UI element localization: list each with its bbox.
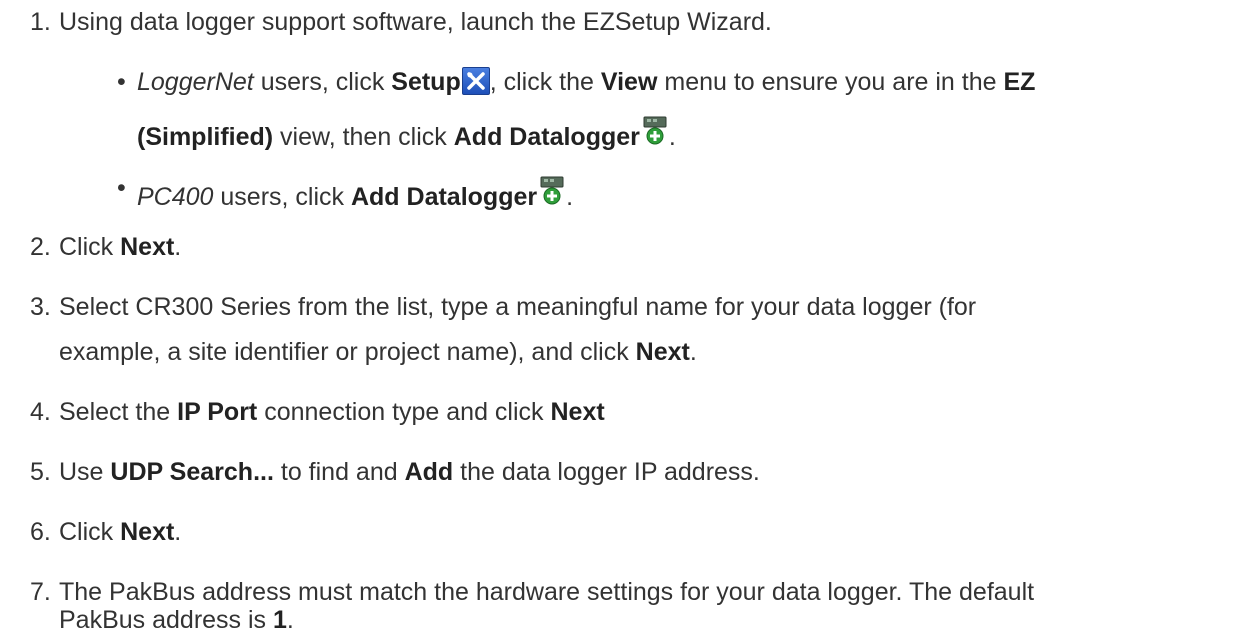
setup-label: Setup: [391, 68, 461, 96]
step-number: 6.: [30, 518, 51, 546]
step-text: Click Next.: [59, 518, 182, 546]
setup-tools-icon: [461, 67, 490, 95]
add-datalogger-icon: [538, 173, 566, 207]
step-number: 5.: [30, 458, 51, 486]
step-number: 4.: [30, 398, 51, 426]
step-number: 7.: [30, 578, 51, 606]
step-number: 2.: [30, 233, 51, 261]
view-menu-label: View: [600, 68, 658, 96]
add-datalogger-icon: [641, 113, 669, 147]
step-number: 3.: [30, 293, 51, 321]
step-text: The PakBus address must match the hardwa…: [59, 578, 1035, 606]
step-text: example, a site identifier or project na…: [59, 338, 697, 366]
step-text: Select CR300 Series from the list, type …: [59, 293, 977, 321]
software-name: PC400: [137, 183, 214, 211]
bullet-marker: •: [117, 68, 126, 96]
step-text: Select the IP Port connection type and c…: [59, 398, 605, 426]
bullet-text-line: LoggerNet users, click Setup, click the …: [137, 67, 1036, 96]
add-datalogger-label: Add Datalogger: [350, 183, 538, 211]
bullet-marker: •: [117, 174, 126, 202]
step-text: PakBus address is 1.: [59, 606, 294, 634]
software-name: LoggerNet: [137, 68, 254, 96]
step-text: Using data logger support software, laun…: [59, 8, 772, 36]
bullet-text-line: PC400 users, click Add Datalogger.: [137, 173, 573, 212]
add-datalogger-label: Add Datalogger: [453, 123, 640, 151]
instruction-list: 1. Using data logger support software, l…: [0, 0, 1248, 638]
bullet-text-line: (Simplified) view, then click Add Datalo…: [137, 113, 676, 152]
step-text: Click Next.: [59, 233, 182, 261]
step-text: Use UDP Search... to find and Add the da…: [59, 458, 760, 486]
step-number: 1.: [30, 8, 51, 36]
